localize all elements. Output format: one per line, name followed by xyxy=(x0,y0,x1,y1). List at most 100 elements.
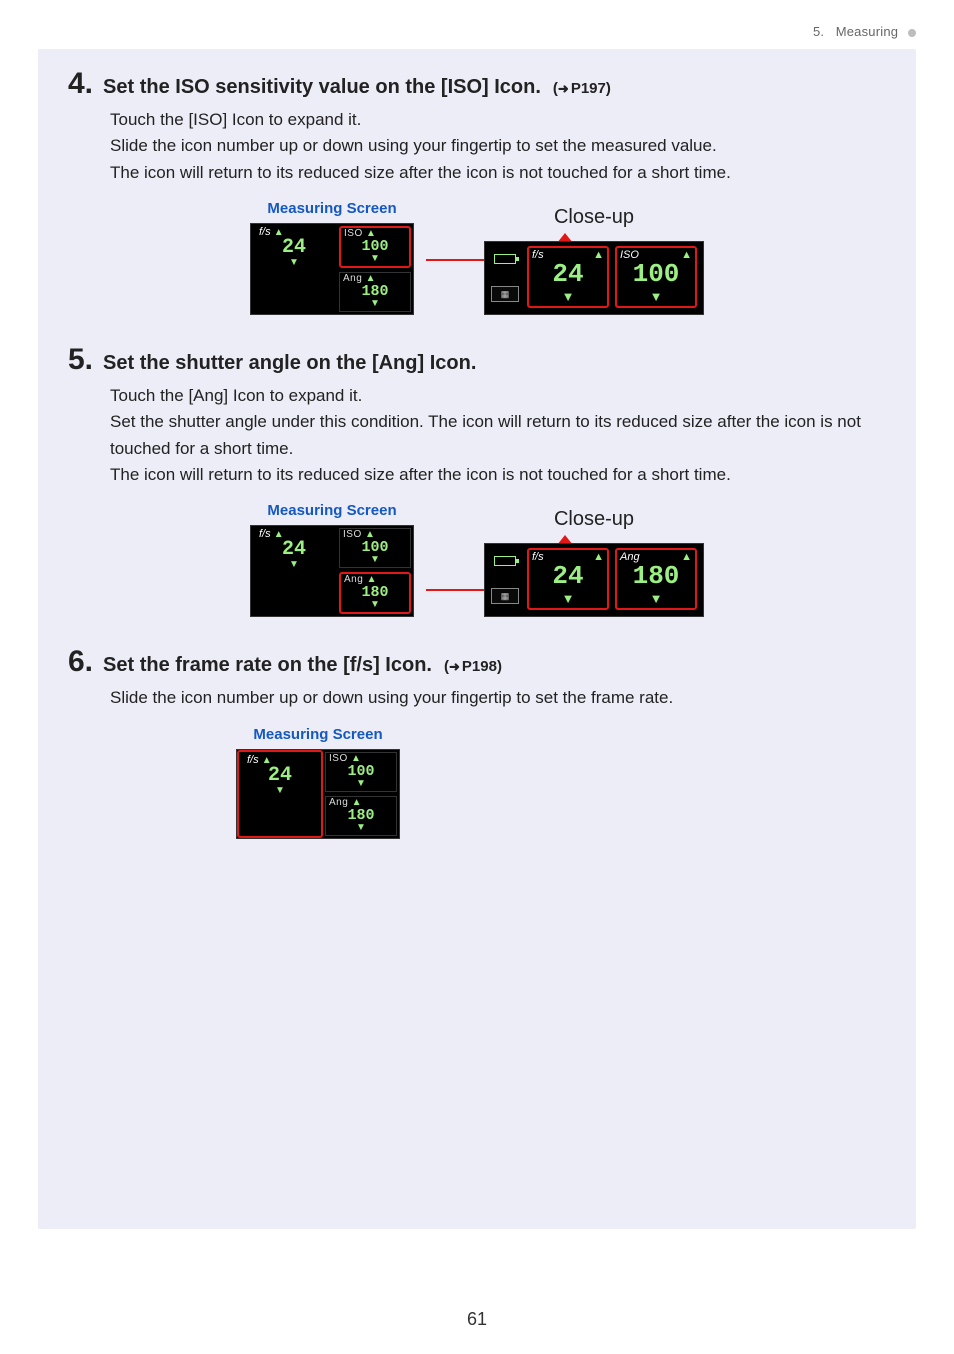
running-header-num: 5. xyxy=(813,24,824,39)
figure-caption: Measuring Screen xyxy=(253,726,382,743)
step-5: 5. Set the shutter angle on the [Ang] Ic… xyxy=(66,343,888,617)
chevron-down-icon: ▼ xyxy=(650,591,663,606)
closeup-left-value: 24 xyxy=(552,261,583,287)
iso-stack: ISO ▲ 100 ▼ xyxy=(325,752,397,792)
figure-row: Measuring Screen f/s ▲ 24 ▼ ISO ▲ 100 ▼ xyxy=(236,726,888,839)
closeup-caption: Close-up xyxy=(554,508,634,531)
measuring-screen-widget: f/s ▲ 24 ▼ ISO ▲ 100 ▼ Ang ▲ xyxy=(250,223,414,315)
iso-value: 100 xyxy=(347,764,374,779)
right-arrow-icon: ➜ xyxy=(449,659,460,675)
page-number: 61 xyxy=(0,1309,954,1330)
measuring-screen-widget: f/s ▲ 24 ▼ ISO ▲ 100 ▼ Ang ▲ xyxy=(250,525,414,617)
running-header: 5. Measuring xyxy=(38,24,916,39)
figure-measuring-screen: Measuring Screen f/s ▲ 24 ▼ ISO ▲ 100 ▼ xyxy=(236,726,400,839)
mode-icon: ▦ xyxy=(491,286,519,302)
fs-label: f/s xyxy=(259,226,271,238)
chevron-down-icon: ▼ xyxy=(289,258,299,268)
step-title: Set the ISO sensitivity value on the [IS… xyxy=(103,76,541,99)
chevron-down-icon: ▼ xyxy=(370,600,380,610)
step-title: Set the shutter angle on the [Ang] Icon. xyxy=(103,352,476,375)
chevron-up-icon: ▲ xyxy=(681,249,692,261)
closeup-left-value: 24 xyxy=(552,563,583,589)
step-4: 4. Set the ISO sensitivity value on the … xyxy=(66,67,888,315)
step-body: Slide the icon number up or down using y… xyxy=(110,685,888,711)
step-body-line: Slide the icon number up or down using y… xyxy=(110,133,888,159)
step-body: Touch the [Ang] Icon to expand it. Set t… xyxy=(110,383,888,488)
chevron-down-icon: ▼ xyxy=(370,299,380,309)
chevron-up-icon: ▲ xyxy=(681,551,692,563)
chevron-down-icon: ▼ xyxy=(370,254,380,264)
step-body-line: Touch the [ISO] Icon to expand it. xyxy=(110,107,888,133)
right-arrow-icon: ➜ xyxy=(558,81,569,97)
closeup-widget: ▦ f/s▲ 24 ▼ ISO▲ 100 ▼ xyxy=(484,241,704,315)
step-body: Touch the [ISO] Icon to expand it. Slide… xyxy=(110,107,888,186)
chevron-down-icon: ▼ xyxy=(562,591,575,606)
step-page-ref[interactable]: (➜P197) xyxy=(553,80,611,97)
step-body-line: Slide the icon number up or down using y… xyxy=(110,685,888,711)
closeup-left-label: f/s xyxy=(532,249,544,261)
step-body-line: Set the shutter angle under this conditi… xyxy=(110,409,888,462)
running-header-title: Measuring xyxy=(836,24,899,39)
step-title: Set the frame rate on the [f/s] Icon. xyxy=(103,654,432,677)
closeup-left-label: f/s xyxy=(532,551,544,563)
figure-caption: Measuring Screen xyxy=(267,200,396,217)
fs-label: f/s xyxy=(259,528,271,540)
figure-caption: Measuring Screen xyxy=(267,502,396,519)
battery-icon xyxy=(494,254,516,264)
fs-label: f/s xyxy=(247,754,259,766)
iso-label: ISO xyxy=(344,228,363,239)
ang-stack: Ang ▲ 180 ▼ xyxy=(339,572,411,614)
chevron-down-icon: ▼ xyxy=(356,823,366,833)
chevron-down-icon: ▼ xyxy=(356,779,366,789)
iso-value: 100 xyxy=(361,239,388,254)
step-6: 6. Set the frame rate on the [f/s] Icon.… xyxy=(66,645,888,838)
step-number: 4. xyxy=(68,67,93,101)
closeup-widget: ▦ f/s ▲ 24 ▼ Ang▲ 180 ▼ xyxy=(484,543,704,617)
step-body-line: Touch the [Ang] Icon to expand it. xyxy=(110,383,888,409)
ang-stack: Ang ▲ 180 ▼ xyxy=(325,796,397,836)
ang-value: 180 xyxy=(361,585,388,600)
step-number: 5. xyxy=(68,343,93,377)
closeup-caption: Close-up xyxy=(554,206,634,229)
closeup-right-value: 180 xyxy=(633,563,680,589)
figure-closeup: Close-up ▦ f/s▲ 24 ▼ xyxy=(484,206,704,315)
chevron-down-icon: ▼ xyxy=(562,289,575,304)
figure-closeup: Close-up ▦ f/s ▲ 24 ▼ xyxy=(484,508,704,617)
ang-value: 180 xyxy=(347,808,374,823)
chevron-down-icon: ▼ xyxy=(650,289,663,304)
header-bullet-icon xyxy=(908,29,916,37)
closeup-right-value: 100 xyxy=(633,261,680,287)
measuring-screen-widget: f/s ▲ 24 ▼ ISO ▲ 100 ▼ Ang ▲ xyxy=(236,749,400,839)
iso-label: ISO xyxy=(343,529,362,540)
chevron-down-icon: ▼ xyxy=(289,560,299,570)
mode-icon: ▦ xyxy=(491,588,519,604)
content-region: 4. Set the ISO sensitivity value on the … xyxy=(38,49,916,1229)
chevron-down-icon: ▼ xyxy=(370,555,380,565)
figure-measuring-screen: Measuring Screen f/s ▲ 24 ▼ ISO ▲ 100 ▼ xyxy=(250,200,414,315)
ang-value: 180 xyxy=(361,284,388,299)
iso-stack: ISO ▲ 100 ▼ xyxy=(339,528,411,568)
step-number: 6. xyxy=(68,645,93,679)
battery-icon xyxy=(494,556,516,566)
step-page-ref[interactable]: (➜P198) xyxy=(444,658,502,675)
chevron-down-icon: ▼ xyxy=(275,786,285,796)
closeup-fs-box: f/s ▲ 24 ▼ xyxy=(527,548,609,610)
figure-row: Measuring Screen f/s ▲ 24 ▼ ISO ▲ 100 ▼ xyxy=(66,200,888,315)
closeup-fs-box: f/s▲ 24 ▼ xyxy=(527,246,609,308)
chevron-up-icon: ▲ xyxy=(593,551,604,563)
ang-label: Ang xyxy=(329,797,348,808)
closeup-iso-box: ISO▲ 100 ▼ xyxy=(615,246,697,308)
closeup-ang-box: Ang▲ 180 ▼ xyxy=(615,548,697,610)
iso-value: 100 xyxy=(361,540,388,555)
figure-measuring-screen: Measuring Screen f/s ▲ 24 ▼ ISO ▲ 100 ▼ xyxy=(250,502,414,617)
ang-label: Ang xyxy=(344,574,363,585)
step-body-line: The icon will return to its reduced size… xyxy=(110,160,888,186)
iso-label: ISO xyxy=(329,753,348,764)
iso-stack: ISO ▲ 100 ▼ xyxy=(339,226,411,268)
fs-value: 24 xyxy=(282,238,306,258)
fs-value: 24 xyxy=(282,540,306,560)
figure-row: Measuring Screen f/s ▲ 24 ▼ ISO ▲ 100 ▼ xyxy=(66,502,888,617)
ang-stack: Ang ▲ 180 ▼ xyxy=(339,272,411,312)
fs-value: 24 xyxy=(268,766,292,786)
step-body-line: The icon will return to its reduced size… xyxy=(110,462,888,488)
